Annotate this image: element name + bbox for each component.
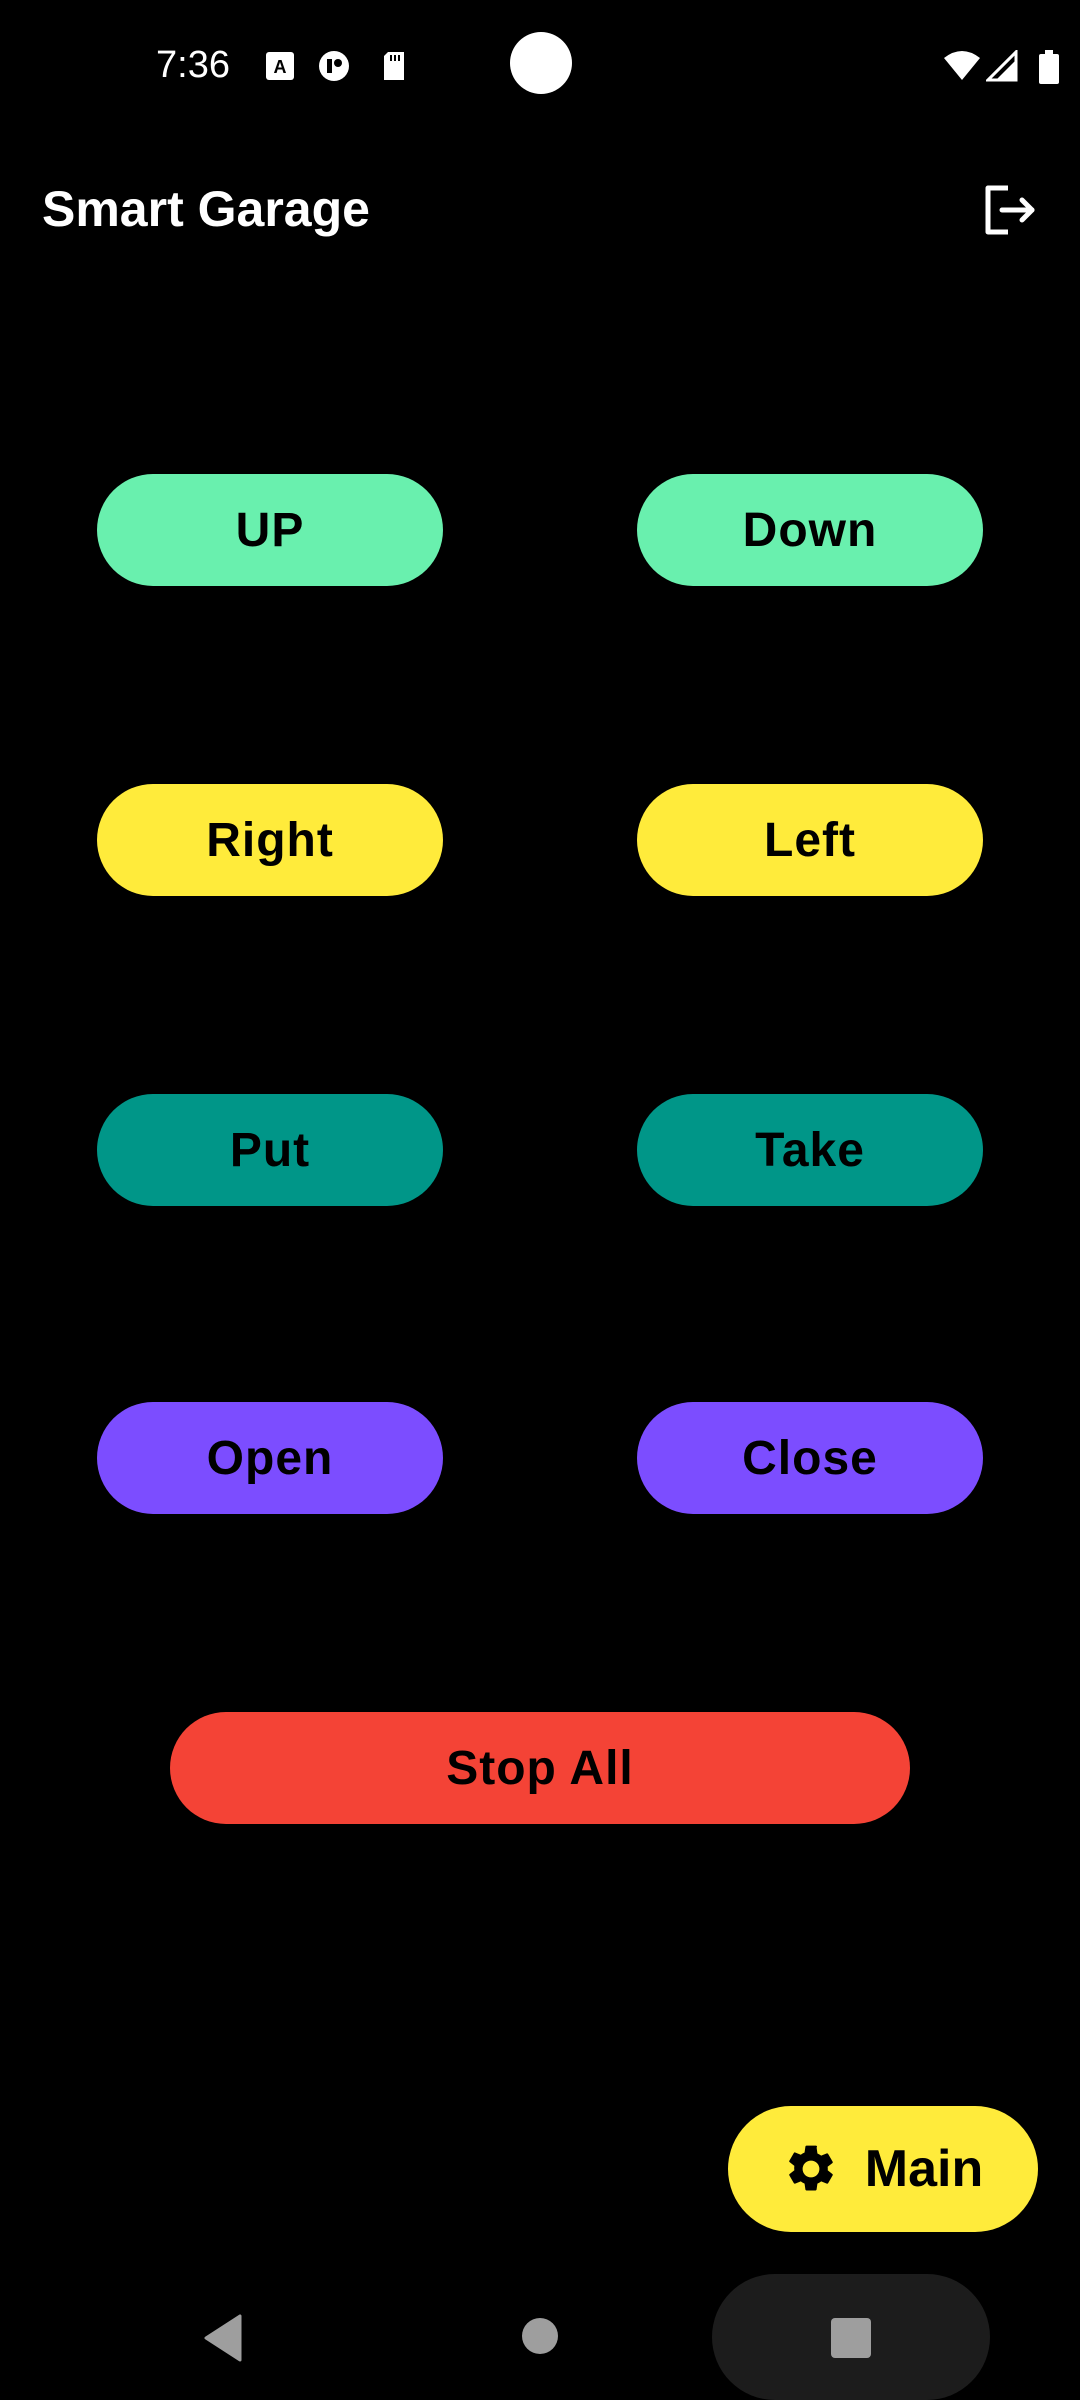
status-bar: 7:36 A (0, 0, 1080, 130)
recents-icon[interactable] (831, 2318, 871, 2358)
main-fab-label: Main (864, 2140, 984, 2198)
svg-text:A: A (274, 57, 287, 77)
open-button[interactable]: Open (97, 1402, 443, 1514)
right-button[interactable]: Right (97, 784, 443, 896)
gear-icon (788, 2145, 833, 2191)
stop-all-button[interactable]: Stop All (170, 1712, 910, 1824)
page-title: Smart Garage (42, 181, 370, 237)
main-fab-button[interactable]: Main (728, 2106, 1038, 2232)
sd-card-icon (378, 50, 410, 82)
logout-button[interactable] (980, 180, 1040, 240)
logout-icon (985, 185, 1035, 235)
signal-icon (984, 48, 1018, 82)
app-bar: Smart Garage (0, 150, 1080, 270)
left-button[interactable]: Left (637, 784, 983, 896)
keyboard-a-icon: A (264, 50, 296, 82)
close-button[interactable]: Close (637, 1402, 983, 1514)
down-button[interactable]: Down (637, 474, 983, 586)
take-button[interactable]: Take (637, 1094, 983, 1206)
battery-icon (1038, 50, 1060, 84)
back-icon (204, 2314, 242, 2362)
home-icon[interactable] (522, 2318, 558, 2354)
up-button[interactable]: UP (97, 474, 443, 586)
status-time: 7:36 (156, 44, 230, 86)
wifi-icon (942, 50, 982, 82)
app-notification-icon (318, 50, 350, 82)
put-button[interactable]: Put (97, 1094, 443, 1206)
camera-cutout (510, 32, 572, 94)
system-nav-bar (0, 2270, 1080, 2400)
back-button[interactable] (204, 2314, 244, 2367)
